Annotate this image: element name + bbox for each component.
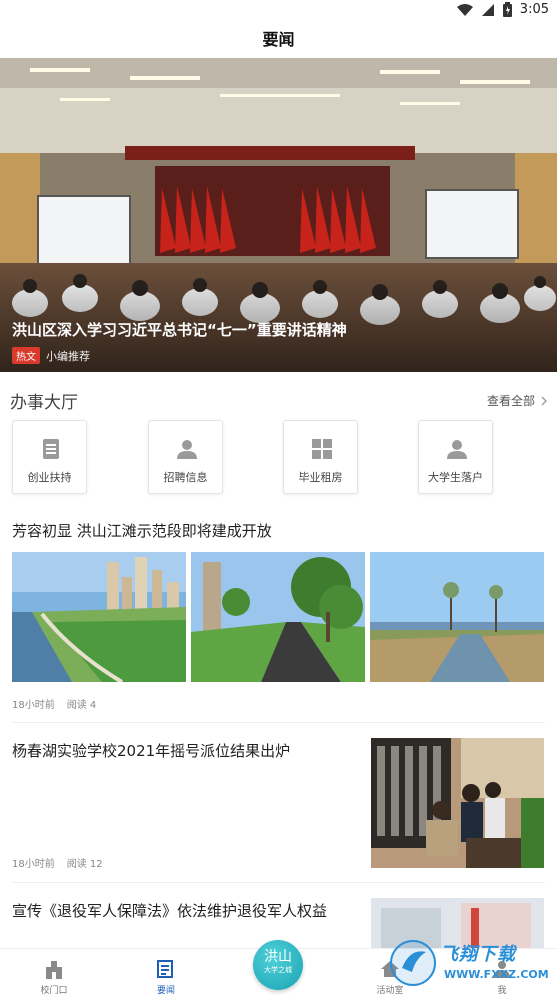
- person-icon: [447, 440, 467, 459]
- service-label: 大学生落户: [428, 471, 483, 484]
- battery-icon: [502, 2, 512, 17]
- watermark: 飞翔下载 WWW.FXXZ.COM: [388, 938, 549, 990]
- thumbnail-image: [370, 552, 544, 682]
- signal-icon: [481, 3, 494, 16]
- service-label: 创业扶持: [27, 471, 72, 484]
- badge-line1: 洪山: [264, 949, 292, 965]
- hero-source: 小编推荐: [46, 349, 90, 363]
- service-label: 毕业租房: [298, 471, 343, 484]
- building-icon: [46, 961, 62, 979]
- wifi-icon: [456, 3, 473, 16]
- chevron-right-icon: [541, 396, 547, 405]
- nav-label: 要闻: [156, 986, 175, 996]
- article-time: 18小时前: [12, 859, 55, 870]
- thumbnail-image[interactable]: [371, 738, 544, 868]
- service-card-residency[interactable]: 大学生落户: [418, 420, 493, 494]
- article-meta: 18小时前 阅读 12: [12, 855, 103, 870]
- nav-item-news[interactable]: 要闻: [126, 949, 206, 996]
- badge-line2: 大学之城: [264, 966, 292, 974]
- article-title[interactable]: 芳容初显 洪山江滩示范段即将建成开放: [12, 520, 272, 541]
- nav-label: 校门口: [40, 986, 68, 996]
- document-icon: [43, 439, 59, 459]
- thumbnail-image: [12, 552, 186, 682]
- thumbnail-image: [191, 552, 365, 682]
- page-title: 要闻: [262, 30, 295, 49]
- center-logo-button[interactable]: 洪山 大学之城: [253, 940, 303, 990]
- person-icon: [177, 440, 197, 459]
- article-reads: 阅读 12: [66, 859, 103, 870]
- service-card-jobs[interactable]: 招聘信息: [148, 420, 223, 494]
- status-time: 3:05: [519, 2, 549, 17]
- service-grid: 创业扶持 招聘信息 毕业租房 大学生落户: [0, 420, 557, 494]
- article-meta: 18小时前 阅读 4: [12, 696, 96, 711]
- hot-tag-badge: 热文: [12, 347, 40, 364]
- article-title[interactable]: 杨春湖实验学校2021年摇号派位结果出炉: [12, 740, 290, 761]
- service-card-rental[interactable]: 毕业租房: [283, 420, 358, 494]
- hero-banner[interactable]: 洪山区深入学习习近平总书记“七一”重要讲话精神 热文 小编推荐: [0, 58, 557, 372]
- hero-title[interactable]: 洪山区深入学习习近平总书记“七一”重要讲话精神: [12, 319, 347, 340]
- view-all-label: 查看全部: [486, 394, 535, 408]
- watermark-text: 飞翔下载: [440, 944, 516, 965]
- watermark-logo-icon: [390, 940, 436, 986]
- service-card-startup[interactable]: 创业扶持: [12, 420, 87, 494]
- status-bar: 3:05: [0, 0, 557, 22]
- article-time: 18小时前: [12, 700, 55, 711]
- status-icons: 3:05: [456, 2, 549, 17]
- watermark-url: WWW.FXXZ.COM: [444, 968, 549, 981]
- divider: [12, 882, 545, 883]
- title-bar: 要闻: [0, 22, 557, 58]
- article-thumbnails[interactable]: [12, 552, 544, 682]
- service-label: 招聘信息: [163, 471, 208, 484]
- article-reads: 阅读 4: [66, 700, 97, 711]
- hero-meta: 热文 小编推荐: [12, 347, 90, 364]
- view-all-link[interactable]: 查看全部: [487, 392, 547, 409]
- nav-item-school-gate[interactable]: 校门口: [14, 949, 94, 996]
- service-hall-title: 办事大厅: [10, 393, 78, 413]
- grid-icon: [312, 439, 332, 459]
- news-icon: [157, 960, 173, 978]
- article-title[interactable]: 宣传《退役军人保障法》依法维护退役军人权益: [12, 900, 327, 921]
- divider: [12, 722, 545, 723]
